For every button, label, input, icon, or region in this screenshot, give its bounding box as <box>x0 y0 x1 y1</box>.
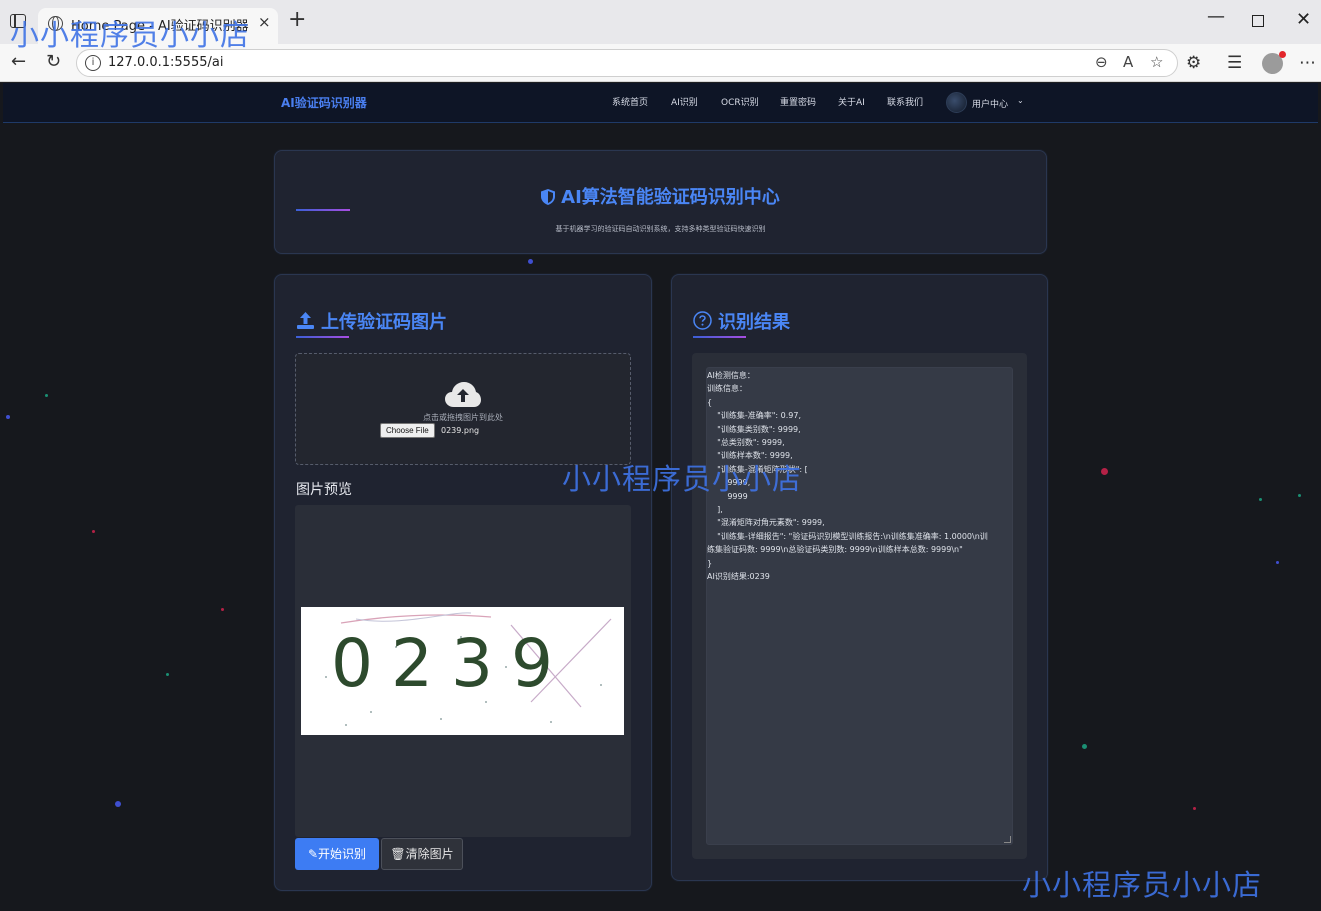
hero-title: AI算法智能验证码识别中心 <box>275 183 1046 209</box>
upload-section-title: 上传验证码图片 <box>296 308 447 334</box>
profile-avatar-icon[interactable] <box>1262 51 1286 74</box>
site-navbar: AI验证码识别器 系统首页 AI识别 OCR识别 重置密码 关于AI 联系我们 … <box>3 83 1318 123</box>
result-line: AI检测信息： <box>707 371 755 380</box>
shield-icon <box>541 189 556 205</box>
particle <box>1082 744 1087 749</box>
favorite-star-icon[interactable]: ☆ <box>1150 53 1163 71</box>
clear-image-button[interactable]: 🗑清除图片 <box>381 838 463 870</box>
result-line: "训练集-准确率": 0.97, <box>707 411 802 421</box>
particle <box>1193 807 1196 810</box>
pencil-icon: ✎ <box>307 847 319 861</box>
more-options-icon[interactable]: ⋯ <box>1299 53 1316 73</box>
nav-item-home[interactable]: 系统首页 <box>612 95 648 108</box>
result-line: } <box>707 558 713 568</box>
captcha-image: 0239 <box>301 607 624 735</box>
upload-accent-bar <box>296 336 349 338</box>
watermark-bottom-right: 小小程序员小小店 <box>1022 868 1263 902</box>
upload-icon <box>297 312 314 329</box>
hero-accent-bar <box>296 209 350 211</box>
nav-item-about[interactable]: 关于AI <box>838 95 865 108</box>
dropzone-hint: 点击或拖拽图片到此处 <box>423 413 503 422</box>
upload-dropzone[interactable]: 点击或拖拽图片到此处 Choose File 0239.png <box>295 353 631 465</box>
particle <box>1101 468 1108 475</box>
result-section-title: 识别结果 <box>693 308 790 334</box>
user-center-menu[interactable]: 用户中心 <box>972 97 1008 110</box>
result-line: "总类别数": 9999, <box>707 438 785 448</box>
upload-title-text: 上传验证码图片 <box>321 312 447 333</box>
trash-icon: 🗑 <box>390 847 406 861</box>
image-preview: 0239 <box>295 505 631 837</box>
site-brand[interactable]: AI验证码识别器 <box>281 94 367 111</box>
window-close-button[interactable]: ✕ <box>1296 9 1311 30</box>
particle <box>528 259 533 264</box>
result-line: "混淆矩阵对角元素数": 9999, <box>707 518 825 528</box>
result-card: 识别结果 AI检测信息： 训练信息： { "训练集-准确率": 0.97, "训… <box>671 274 1048 881</box>
textarea-resize-handle[interactable] <box>1004 836 1011 843</box>
clear-button-label: 清除图片 <box>405 847 454 861</box>
particle <box>166 673 169 676</box>
result-accent-bar <box>693 336 746 338</box>
window-minimize-button[interactable]: — <box>1207 6 1225 27</box>
particle <box>1298 494 1301 497</box>
particle <box>1259 498 1262 501</box>
result-line: 训练信息： <box>707 384 747 394</box>
upload-card: 上传验证码图片 点击或拖拽图片到此处 Choose File 0239.png … <box>274 274 652 891</box>
start-button-label: 开始识别 <box>318 847 367 861</box>
result-line: 练集验证码数: 9999\n总验证码类别数: 9999\n训练样本总数: 999… <box>707 545 963 555</box>
result-line: AI识别结果:0239 <box>707 572 770 582</box>
particle <box>92 530 95 533</box>
result-title-text: 识别结果 <box>718 312 790 333</box>
nav-item-reset-password[interactable]: 重置密码 <box>780 95 816 108</box>
extensions-icon[interactable]: ⚙ <box>1186 53 1201 73</box>
back-arrow-icon[interactable]: ← <box>11 52 26 72</box>
user-avatar[interactable] <box>946 92 967 113</box>
favorites-icon[interactable]: ☰ <box>1227 53 1242 73</box>
cloud-upload-icon <box>445 382 481 407</box>
result-line: { <box>707 397 713 407</box>
watermark-center: 小小程序员小小店 <box>562 462 803 496</box>
preview-label: 图片预览 <box>296 482 352 498</box>
hero-card: AI算法智能验证码识别中心 基于机器学习的验证码自动识别系统，支持多种类型验证码… <box>274 150 1047 254</box>
selected-file-name: 0239.png <box>441 426 480 435</box>
tab-close-icon[interactable]: × <box>258 13 271 31</box>
nav-item-ai[interactable]: AI识别 <box>671 95 698 108</box>
new-tab-button[interactable]: + <box>288 9 306 31</box>
site-info-icon[interactable]: i <box>85 55 101 71</box>
result-line: "训练集-详细报告": "验证码识别模型训练报告:\n训练集准确率: 1.000… <box>707 531 988 541</box>
particle <box>6 415 10 419</box>
watermark-top-left: 小小程序员小小店 <box>10 18 251 52</box>
chevron-down-icon[interactable]: ⌄ <box>1017 96 1024 105</box>
zoom-icon[interactable]: ⊖ <box>1095 53 1108 71</box>
captcha-text: 0239 <box>331 625 571 702</box>
particle <box>115 801 121 807</box>
url-text[interactable]: 127.0.0.1:5555/ai <box>108 55 223 70</box>
refresh-icon[interactable]: ↻ <box>46 52 61 72</box>
result-line: "训练集类别数": 9999, <box>707 424 801 434</box>
particle <box>1276 561 1279 564</box>
nav-item-ocr[interactable]: OCR识别 <box>721 95 759 108</box>
particle <box>221 608 224 611</box>
window-maximize-button[interactable] <box>1252 15 1264 27</box>
hero-title-text: AI算法智能验证码识别中心 <box>561 187 780 208</box>
choose-file-button[interactable]: Choose File <box>380 423 435 438</box>
nav-item-contact[interactable]: 联系我们 <box>887 95 923 108</box>
result-line: ], <box>707 505 723 515</box>
read-aloud-icon[interactable]: A <box>1123 53 1133 71</box>
start-recognition-button[interactable]: ✎开始识别 <box>295 838 379 870</box>
question-circle-icon <box>693 311 712 330</box>
result-textarea[interactable]: AI检测信息： 训练信息： { "训练集-准确率": 0.97, "训练集类别数… <box>706 367 1013 845</box>
result-panel: AI检测信息： 训练信息： { "训练集-准确率": 0.97, "训练集类别数… <box>692 353 1027 859</box>
hero-subtitle: 基于机器学习的验证码自动识别系统，支持多种类型验证码快速识别 <box>555 225 766 233</box>
particle <box>45 394 48 397</box>
